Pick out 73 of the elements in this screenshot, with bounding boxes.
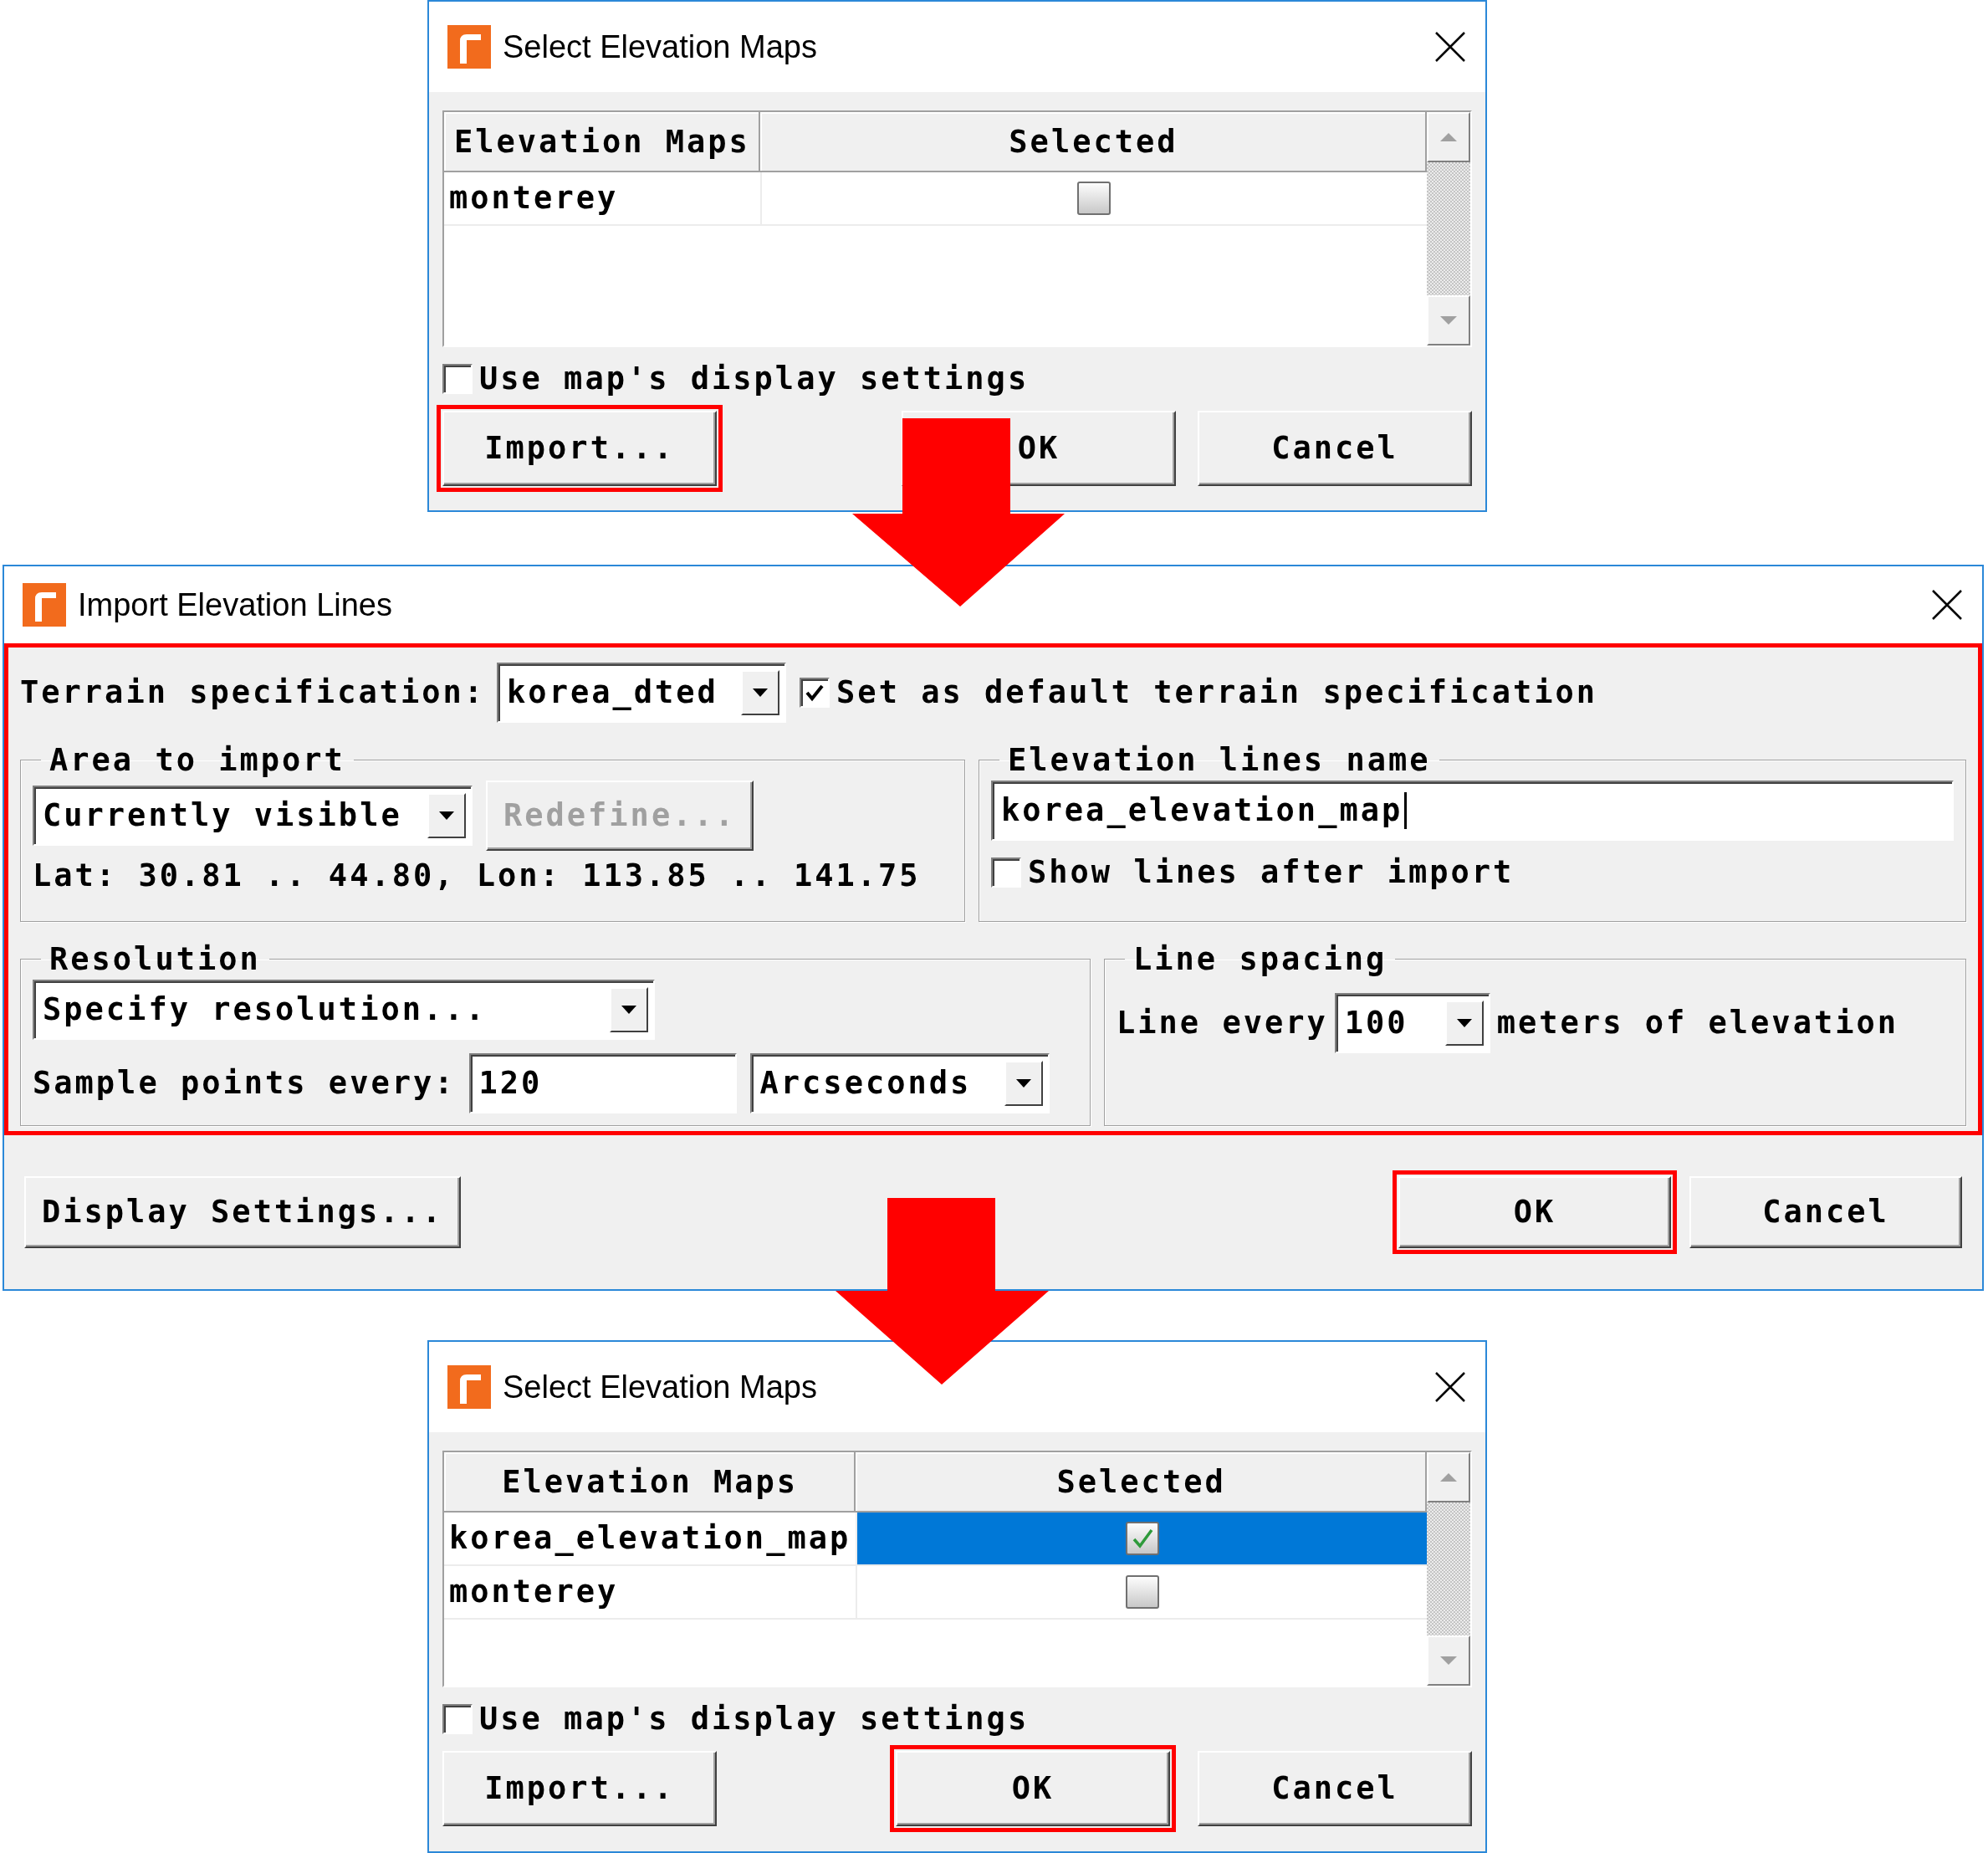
scrollbar[interactable]: [1427, 1452, 1470, 1686]
button[interactable]: Import...: [442, 1751, 717, 1827]
app-icon: [447, 25, 491, 69]
button: Redefine...: [486, 781, 754, 851]
checkbox[interactable]: [442, 364, 473, 395]
scrollbar[interactable]: [1427, 112, 1470, 346]
checkbox[interactable]: [1125, 1522, 1159, 1555]
down-arrow-icon: [1439, 1656, 1458, 1666]
field-label: Line every: [1117, 1004, 1328, 1042]
checkbox[interactable]: [1125, 1575, 1159, 1609]
caret-icon: [1455, 1018, 1473, 1028]
group-title: Area to import: [49, 745, 346, 775]
scroll-down-button[interactable]: [1427, 1635, 1470, 1686]
column-header[interactable]: Selected: [856, 1452, 1427, 1513]
column-header[interactable]: Elevation Maps: [444, 112, 760, 172]
checkbox-label: Use map's display settings: [479, 1701, 1030, 1738]
checkbox-label: Set as default terrain specification: [836, 673, 1597, 712]
table-cell[interactable]: [759, 172, 1427, 226]
caret-icon: [1014, 1078, 1032, 1088]
button[interactable]: OK: [1398, 1176, 1671, 1248]
app-icon: [23, 583, 66, 627]
column-header[interactable]: Selected: [759, 112, 1427, 172]
table-cell[interactable]: [856, 1513, 1427, 1566]
checkbox[interactable]: [1077, 182, 1112, 215]
input-field[interactable]: korea_elevation_map: [991, 781, 1954, 841]
caret-icon: [438, 811, 455, 821]
column-header[interactable]: Elevation Maps: [444, 1452, 856, 1513]
button[interactable]: OK: [896, 1751, 1170, 1827]
text-cursor: [1404, 792, 1408, 829]
dropdown-button[interactable]: [1004, 1061, 1043, 1106]
group-title: Line spacing: [1132, 944, 1388, 975]
terrain-dropdown[interactable]: korea_dted: [497, 663, 787, 723]
scroll-up-button[interactable]: [1427, 112, 1470, 162]
spacing-dropdown[interactable]: 100: [1334, 993, 1490, 1053]
close-icon[interactable]: [1434, 30, 1467, 64]
field-label: Terrain specification:: [20, 673, 486, 712]
field-label: Sample points every:: [33, 1064, 456, 1103]
app-icon: [447, 1365, 491, 1409]
window-title: Import Elevation Lines: [78, 586, 392, 624]
group-title: Resolution: [49, 944, 262, 975]
button[interactable]: Cancel: [1198, 411, 1472, 487]
down-arrow-icon: [1439, 315, 1458, 325]
checkbox[interactable]: [800, 678, 830, 708]
button[interactable]: Display Settings...: [24, 1176, 461, 1248]
scroll-up-button[interactable]: [1427, 1452, 1470, 1502]
button[interactable]: Cancel: [1198, 1751, 1472, 1827]
close-icon[interactable]: [1434, 1370, 1467, 1404]
dropdown-button[interactable]: [1444, 1001, 1484, 1046]
caret-icon: [752, 688, 769, 698]
checkbox[interactable]: [442, 1704, 473, 1735]
bounds-text: Lat: 30.81 .. 44.80, Lon: 113.85 .. 141.75: [33, 857, 921, 895]
dropdown-button[interactable]: [741, 670, 780, 715]
input-field[interactable]: 120: [468, 1053, 737, 1113]
checkbox[interactable]: [991, 857, 1021, 888]
button[interactable]: Cancel: [1689, 1176, 1962, 1248]
up-arrow-icon: [1439, 132, 1458, 142]
scroll-down-button[interactable]: [1427, 295, 1470, 346]
table-cell[interactable]: [856, 1566, 1427, 1620]
resolution-dropdown[interactable]: Specify resolution...: [33, 980, 655, 1040]
group-title: Elevation lines name: [1007, 745, 1432, 775]
up-arrow-icon: [1439, 1472, 1458, 1482]
dropdown-button[interactable]: [427, 793, 466, 838]
window-title: Select Elevation Maps: [503, 1368, 817, 1406]
dropdown-button[interactable]: [610, 987, 648, 1032]
window-title: Select Elevation Maps: [503, 28, 817, 66]
button[interactable]: Import...: [442, 411, 717, 487]
caret-icon: [621, 1005, 637, 1015]
close-icon[interactable]: [1930, 588, 1964, 622]
unit-dropdown[interactable]: Arcseconds: [749, 1053, 1050, 1113]
field-label: meters of elevation: [1496, 1004, 1899, 1042]
area-dropdown[interactable]: Currently visible: [33, 786, 473, 846]
checkbox-label: Use map's display settings: [479, 361, 1030, 398]
checkbox-label: Show lines after import: [1028, 854, 1515, 892]
